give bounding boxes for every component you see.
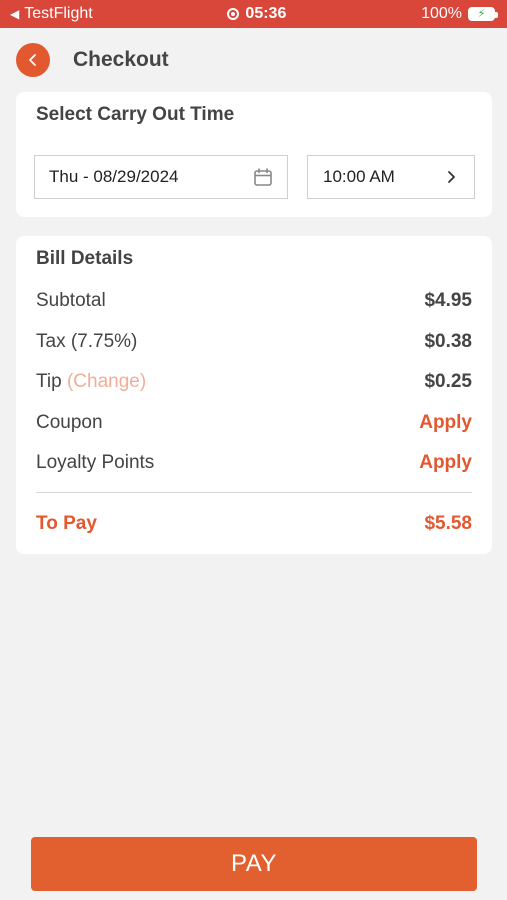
- coupon-row: Coupon Apply: [36, 410, 472, 436]
- loyalty-label: Loyalty Points: [36, 452, 155, 473]
- subtotal-label: Subtotal: [36, 290, 106, 311]
- bill-details-card: Bill Details Subtotal $4.95 Tax (7.75%) …: [16, 236, 492, 554]
- loyalty-row: Loyalty Points Apply: [36, 450, 472, 476]
- loyalty-apply-button[interactable]: Apply: [419, 452, 472, 474]
- back-button[interactable]: [16, 43, 50, 77]
- subtotal-row: Subtotal $4.95: [36, 288, 472, 314]
- back-to-app[interactable]: ◀ TestFlight: [10, 5, 93, 23]
- back-arrow-icon: [29, 54, 36, 66]
- carry-out-title: Select Carry Out Time: [36, 104, 235, 125]
- status-time: 05:36: [245, 5, 287, 22]
- tax-label: Tax (7.75%): [36, 331, 138, 352]
- back-triangle-icon: ◀: [10, 7, 20, 21]
- coupon-label: Coupon: [36, 412, 103, 433]
- subtotal-value: $4.95: [424, 290, 472, 311]
- carry-out-card: Select Carry Out Time Thu - 08/29/2024 1…: [16, 92, 492, 217]
- to-pay-row: To Pay $5.58: [36, 511, 472, 537]
- calendar-icon: [254, 168, 272, 186]
- tip-change-link[interactable]: (Change): [67, 371, 146, 392]
- coupon-apply-button[interactable]: Apply: [419, 412, 472, 434]
- tax-row: Tax (7.75%) $0.38: [36, 329, 472, 355]
- date-value: Thu - 08/29/2024: [49, 167, 179, 186]
- to-pay-label: To Pay: [36, 513, 97, 534]
- status-bar: ◀ TestFlight 05:36 100% ⚡: [0, 0, 507, 28]
- tip-label: Tip: [36, 371, 62, 392]
- status-time-group: 05:36: [227, 5, 286, 23]
- bill-details-title: Bill Details: [36, 248, 134, 269]
- tip-row: Tip (Change) $0.25: [36, 369, 472, 395]
- time-picker-field[interactable]: 10:00 AM: [307, 155, 475, 199]
- header: Checkout: [16, 42, 169, 78]
- chevron-right-icon: [448, 171, 455, 183]
- tip-label-group: Tip (Change): [36, 371, 146, 393]
- to-pay-value: $5.58: [424, 513, 472, 534]
- battery-percent: 100%: [421, 5, 462, 22]
- record-icon: [227, 8, 240, 20]
- battery-charging-icon: ⚡: [467, 7, 498, 21]
- date-picker-field[interactable]: Thu - 08/29/2024: [34, 155, 288, 199]
- status-battery-group: 100% ⚡: [421, 5, 498, 23]
- time-value: 10:00 AM: [323, 167, 395, 186]
- tax-value: $0.38: [424, 331, 472, 352]
- back-app-label: TestFlight: [24, 5, 93, 22]
- tip-value: $0.25: [424, 371, 472, 392]
- pay-button[interactable]: PAY: [31, 837, 477, 891]
- divider: [36, 492, 472, 493]
- page-title: Checkout: [73, 48, 169, 71]
